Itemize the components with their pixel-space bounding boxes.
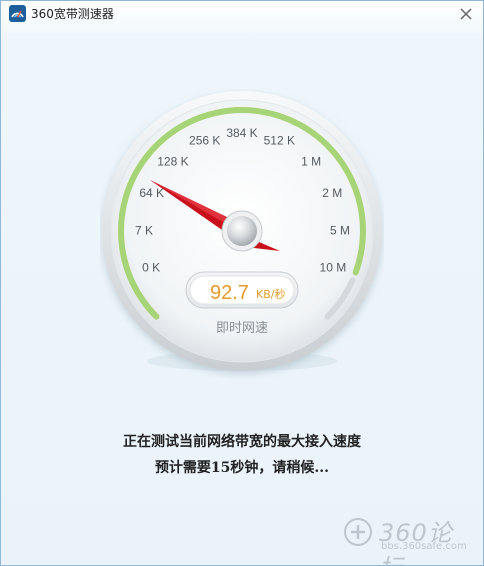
tick-label: 0 K xyxy=(142,261,160,275)
close-icon xyxy=(460,8,472,20)
window-title: 360宽带测速器 xyxy=(31,7,114,21)
tick-label: 2 M xyxy=(322,186,342,200)
watermark-url: bbs.360safe.com xyxy=(381,541,467,552)
needle-knob xyxy=(227,216,257,246)
plus-circle-icon xyxy=(344,518,372,546)
tick-label: 384 K xyxy=(226,126,257,140)
gauge-graphic: 0 K 7 K 64 K 128 K256 K 384 K 512 K 1 M 2 M 5 M 1… xyxy=(102,91,382,371)
speed-gauge: 0 K 7 K 64 K 128 K 256 K 384 K 512 K 1 M 2 M 5 M 1… xyxy=(100,89,384,379)
speed-value: 92.7 xyxy=(210,282,249,304)
tick-label: 64 K xyxy=(139,186,164,200)
watermark: 360论坛 bbs.360safe.com xyxy=(341,513,467,565)
close-button[interactable] xyxy=(455,3,477,25)
app-logo-icon xyxy=(9,5,26,22)
tick-label: 128 K xyxy=(157,155,188,169)
title-bar: 360宽带测速器 xyxy=(1,1,483,27)
tick-label: 7 K xyxy=(135,223,153,237)
status-line-1: 正在测试当前网络带宽的最大接入速度 xyxy=(123,434,361,450)
tick-label: 10 M xyxy=(320,261,347,275)
tick-label: 5 M xyxy=(330,223,350,237)
app-window: 360宽带测速器 0 K 7 K 64 K 128 K 256 K 384 K … xyxy=(0,0,484,566)
gauge-caption: 即时网速 xyxy=(216,321,268,336)
speed-unit: KB/秒 xyxy=(256,287,285,301)
tick-label: 1 M xyxy=(301,155,321,169)
watermark-logo: 360论坛 xyxy=(379,519,453,565)
tick-label: 512 K xyxy=(264,133,295,147)
status-line-2: 预计需要15秒钟，请稍候... xyxy=(154,460,330,476)
speed-readout: 92.7 KB/秒 xyxy=(185,271,299,309)
tick-label: 256 K xyxy=(189,133,220,147)
